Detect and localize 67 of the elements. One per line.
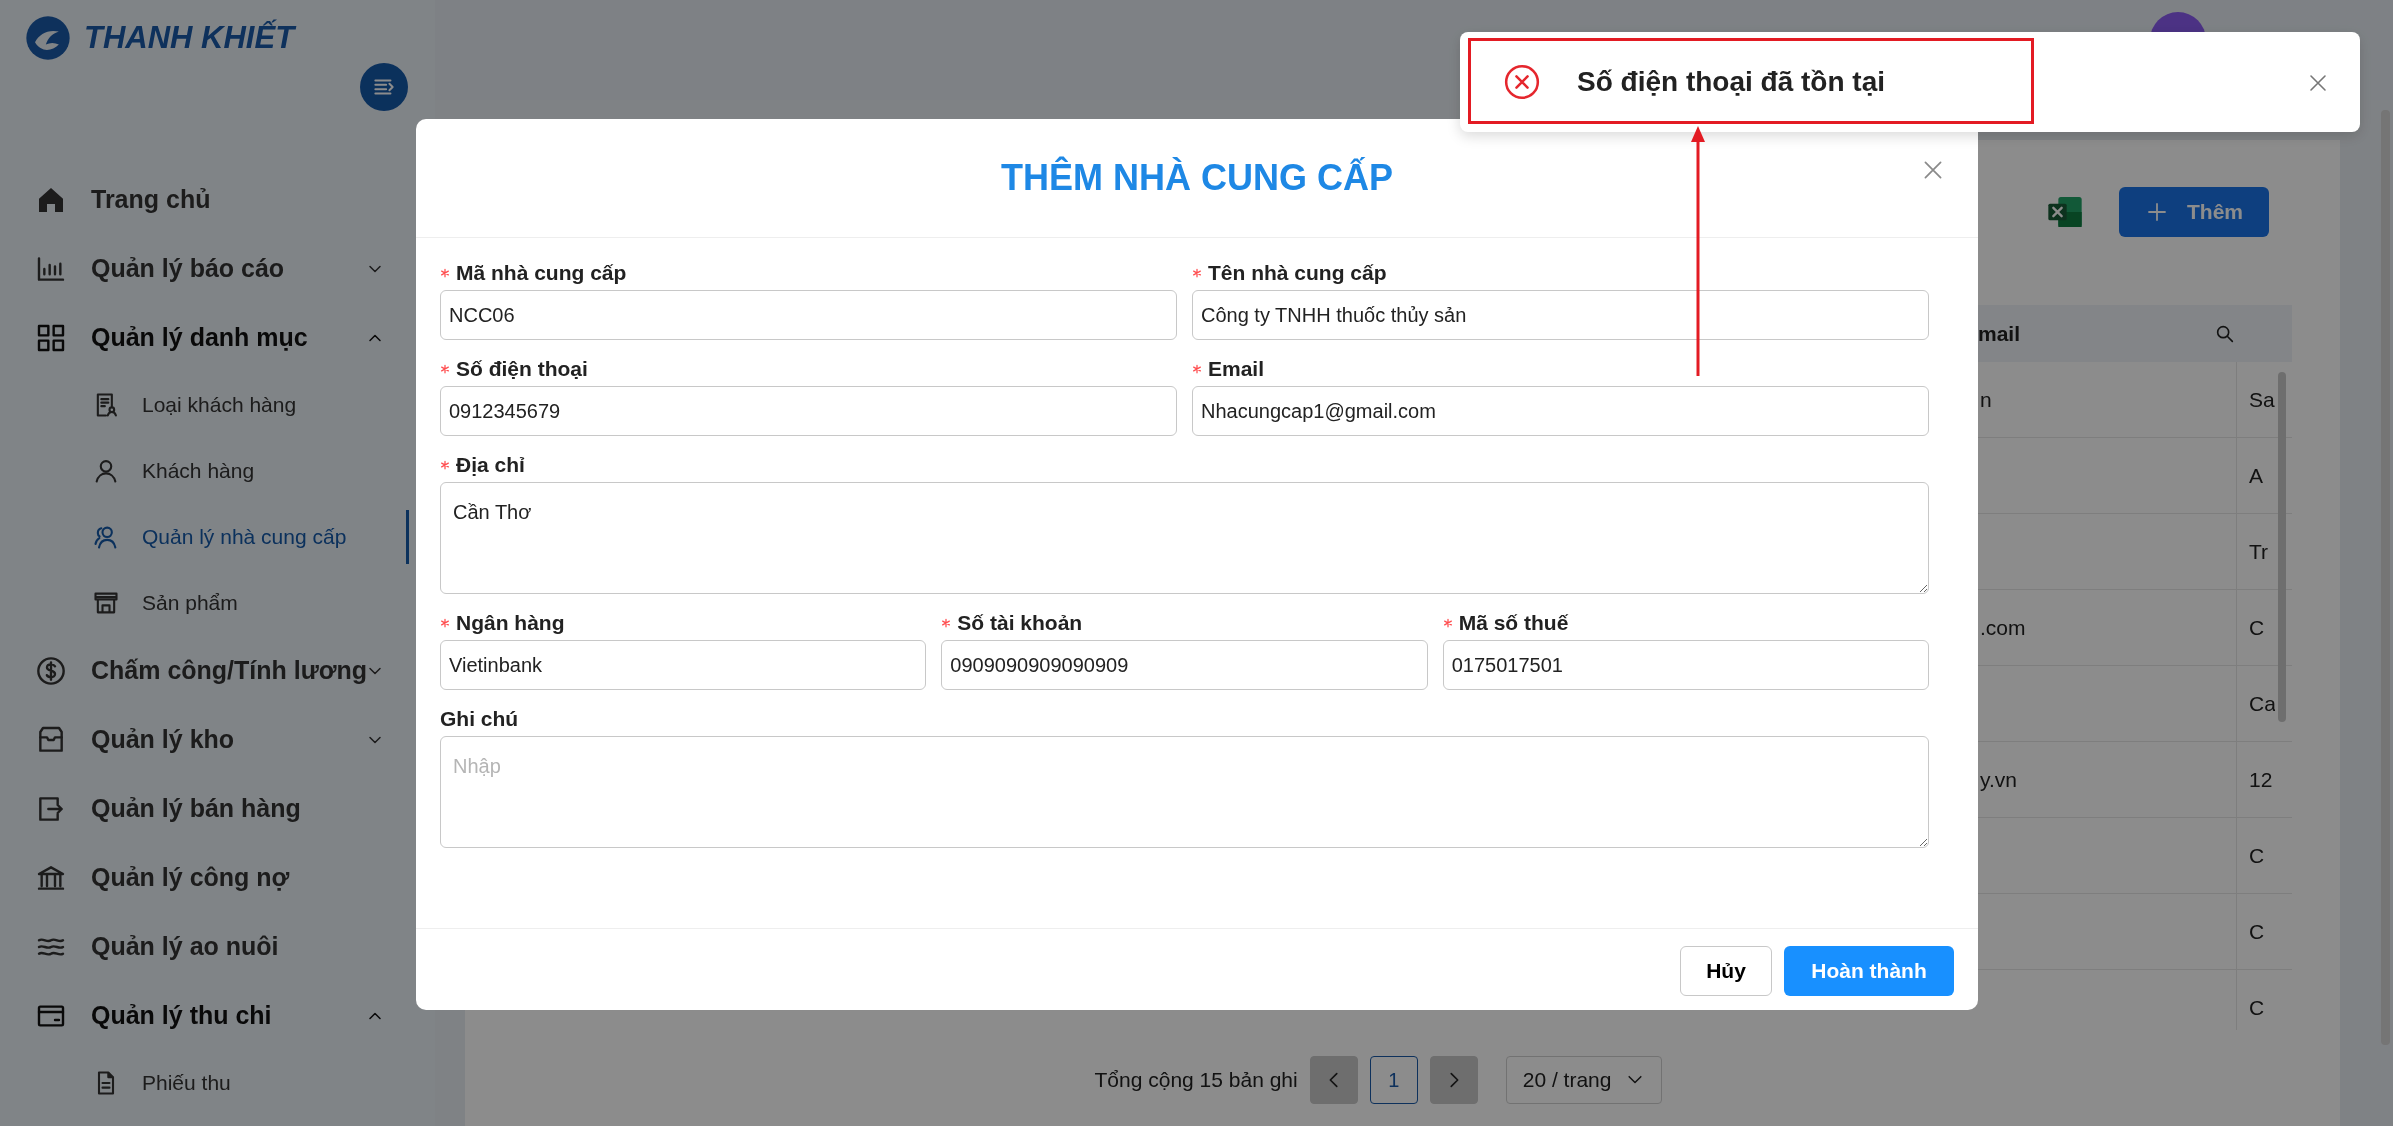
table-cell-text: C <box>2249 842 2265 869</box>
dollar-icon <box>35 654 67 687</box>
field-label: Ghi chú <box>440 706 519 733</box>
dialog-title: THÊM NHÀ CUNG CẤP <box>1001 155 1393 200</box>
required-icon <box>440 268 450 278</box>
input-field[interactable]: 0909090909090909 <box>941 640 1428 690</box>
required-icon <box>440 364 450 374</box>
text-area[interactable]: Cần Thơ <box>440 482 1929 594</box>
field-label: Địa chỉ <box>456 452 525 479</box>
sidebar-subitem[interactable]: Khách hàng <box>0 438 435 504</box>
page-size-select[interactable]: 20 / trang <box>1505 1056 1663 1104</box>
field-label: Số điện thoại <box>456 356 588 383</box>
field-label: Mã số thuế <box>1458 610 1569 637</box>
sidebar-item[interactable]: Quản lý kho <box>0 705 435 774</box>
table-cell-text: Sa <box>2249 386 2275 413</box>
table-cell-text: A <box>2249 462 2263 489</box>
input-field[interactable]: Công ty TNHH thuốc thủy sản <box>1192 290 1929 340</box>
error-icon <box>1503 63 1541 101</box>
input-field[interactable]: Vietinbank <box>440 640 927 690</box>
input-field[interactable]: NCC06 <box>440 290 1177 340</box>
required-icon <box>1192 364 1202 374</box>
sidebar-item[interactable]: Quản lý công nợ <box>0 843 435 912</box>
table-cell-text: C <box>2249 918 2265 945</box>
field-label: Số tài khoản <box>957 610 1083 637</box>
add-button[interactable]: Thêm <box>2119 187 2269 237</box>
input-field[interactable]: 0175017501 <box>1442 640 1929 690</box>
page-button[interactable]: 1 <box>1369 1056 1418 1104</box>
input-field[interactable]: Nhacungcap1@gmail.com <box>1192 386 1929 436</box>
table-cell-text: C <box>2249 994 2265 1021</box>
total-count: Tổng cộng 15 bản ghi <box>1094 1067 1298 1094</box>
sidebar-item[interactable]: Quản lý ao nuôi <box>0 912 435 981</box>
notification-message: Số điện thoại đã tồn tại <box>1577 65 1885 99</box>
sidebar-subitem[interactable]: Quản lý nhà cung cấp <box>0 504 435 570</box>
table-cell-text: .com <box>1980 614 2026 641</box>
sidebar-item[interactable]: Trang chủ <box>0 165 435 234</box>
required-icon <box>941 618 952 628</box>
table-cell-text: Tr <box>2249 538 2269 565</box>
sidebar-item[interactable]: Quản lý danh mục <box>0 303 435 372</box>
table-cell-text: 12 <box>2249 766 2273 793</box>
input-field[interactable]: 0912345679 <box>440 386 1177 436</box>
sidebar-subitem[interactable]: Loại khách hàng <box>0 372 435 438</box>
collapse-button[interactable] <box>360 63 408 111</box>
sidebar-item[interactable]: Quản lý thu chi <box>0 981 435 1050</box>
required-icon <box>1442 618 1453 628</box>
required-icon <box>440 618 450 628</box>
sidebar-item[interactable]: Chấm công/Tính lương <box>0 636 435 705</box>
field-label: Mã nhà cung cấp <box>456 260 627 287</box>
required-icon <box>1192 268 1202 278</box>
table-cell-text: n <box>1980 386 1992 413</box>
sidebar-item[interactable]: Quản lý bán hàng <box>0 774 435 843</box>
sidebar-subitem[interactable]: Sản phẩm <box>0 570 435 636</box>
text-area[interactable]: Nhập <box>440 736 1929 848</box>
field-label: Email <box>1208 356 1265 383</box>
submit-button[interactable]: Hoàn thành <box>1784 946 1954 996</box>
sidebar-subitem[interactable]: Phiếu thu <box>0 1050 435 1116</box>
column-header: mail <box>1978 320 2022 347</box>
scrollbar[interactable] <box>2278 372 2286 722</box>
sidebar-item[interactable]: Quản lý báo cáo <box>0 234 435 303</box>
table-cell-text: y.vn <box>1980 766 2017 793</box>
table-cell-text: C <box>2249 614 2265 641</box>
cancel-button[interactable]: Hủy <box>1680 946 1772 996</box>
plus-icon <box>2145 200 2169 224</box>
logo-text: THANH KHIẾT <box>84 18 295 57</box>
required-icon <box>440 460 450 470</box>
field-label: Tên nhà cung cấp <box>1208 260 1387 287</box>
table-cell-text: Ca <box>2249 690 2275 717</box>
field-label: Ngân hàng <box>456 610 565 637</box>
